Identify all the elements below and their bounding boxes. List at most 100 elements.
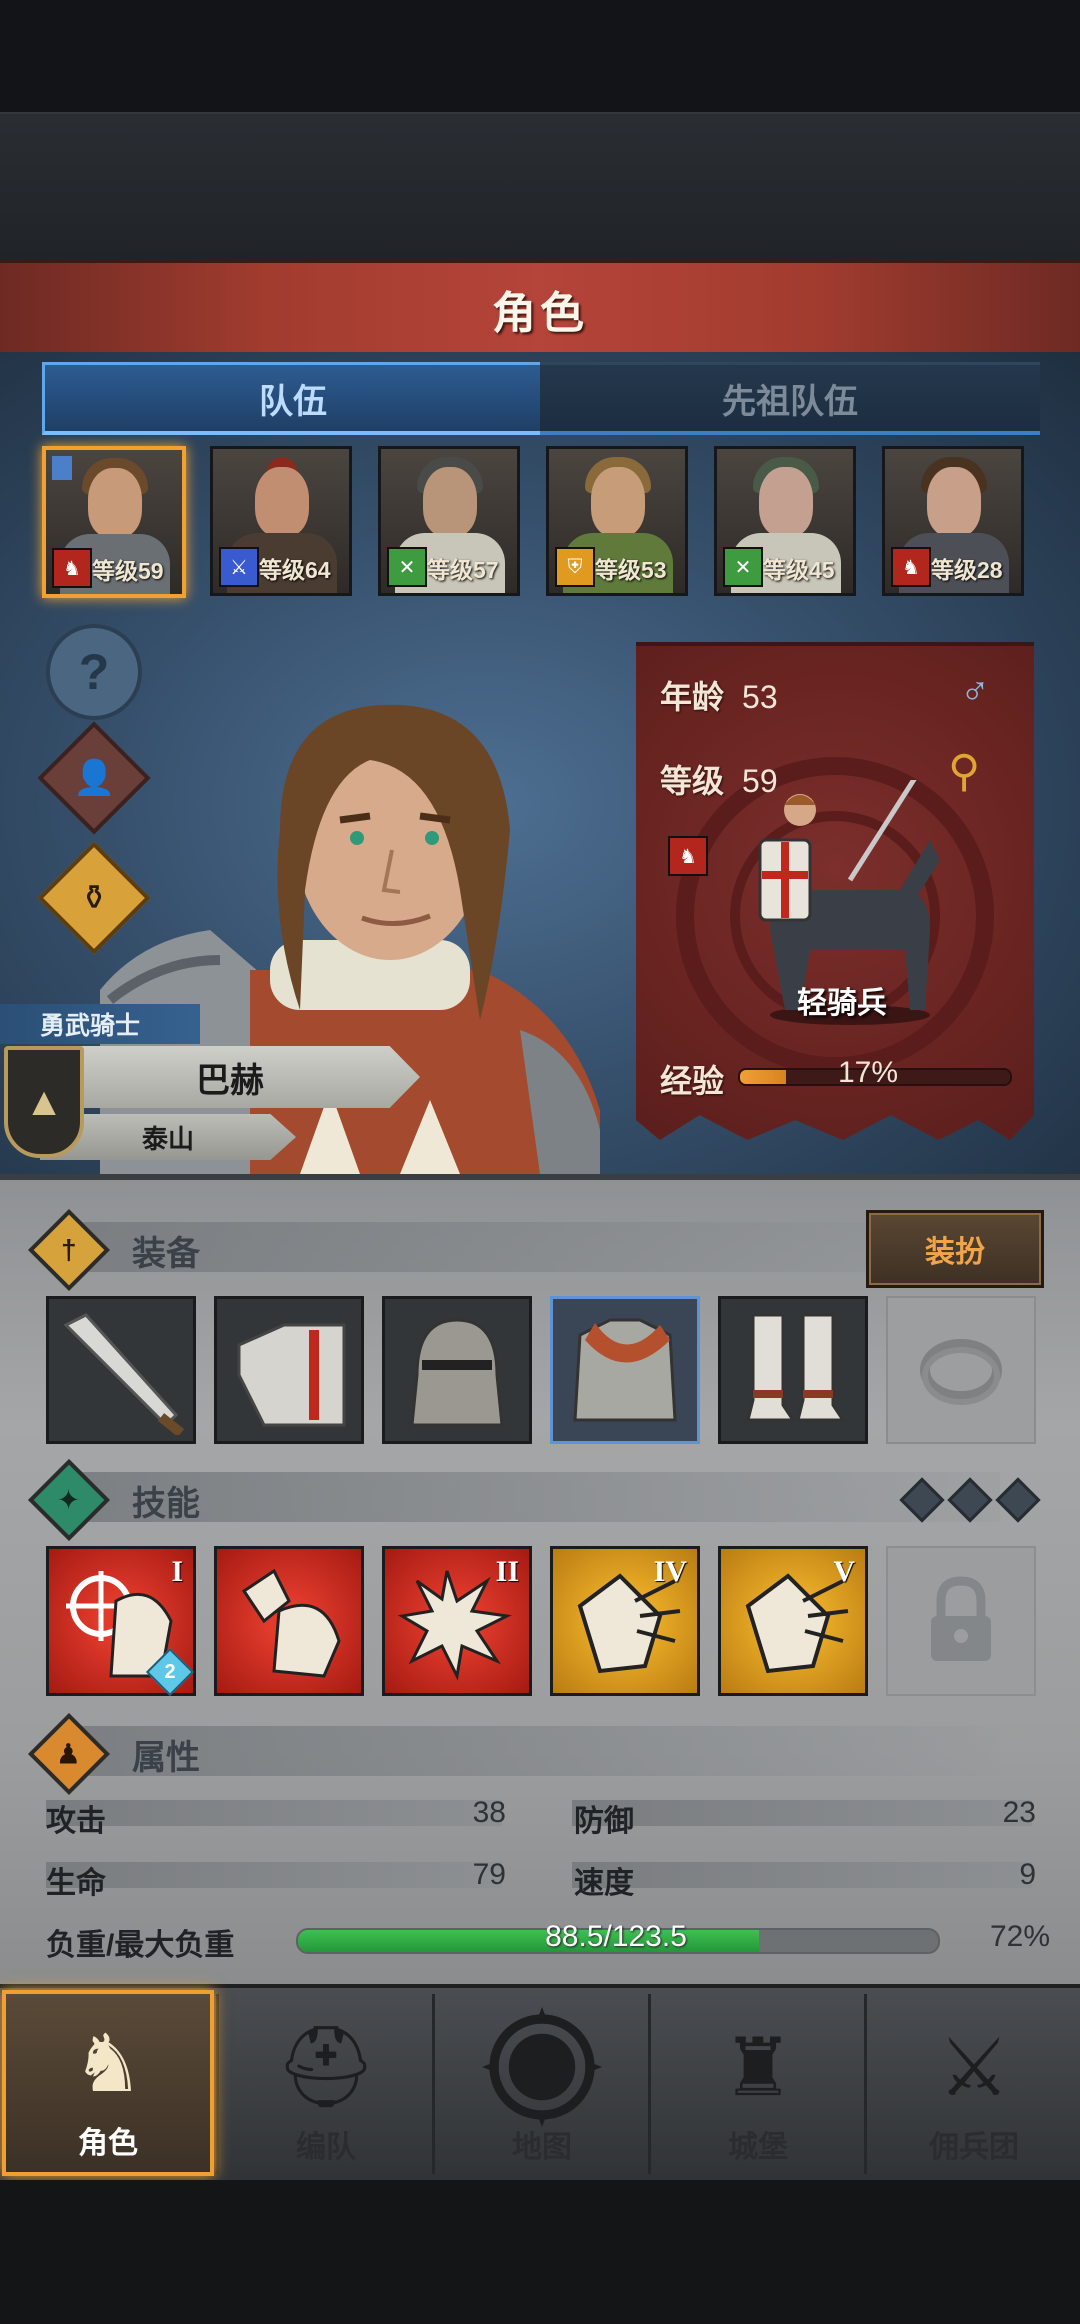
title-bar: 角色: [0, 260, 1080, 358]
defense-label: 防御: [574, 1805, 634, 1838]
attributes-header: ♟ 属性: [27, 1712, 200, 1796]
hero-name-text: 巴赫: [196, 1061, 264, 1100]
star-icon: ✦: [27, 1458, 111, 1542]
nav-map[interactable]: 地图: [436, 1990, 648, 2176]
cross-icon: †: [27, 1208, 111, 1292]
horse-icon: ♞: [52, 548, 92, 588]
crossbow-icon: ✕: [723, 547, 763, 587]
nav-separator: [864, 1994, 867, 2174]
nav-label: 城堡: [728, 2131, 788, 2164]
tab-team[interactable]: 队伍: [42, 362, 544, 435]
equipment-title: 装备: [132, 1234, 200, 1273]
roster-member[interactable]: ✕ 等级45: [714, 446, 856, 596]
nav-separator: [432, 1994, 435, 2174]
attack-label: 攻击: [46, 1805, 106, 1838]
nav-character[interactable]: ♞ 角色: [2, 1990, 214, 2176]
ring-slot-icon: [920, 1339, 1002, 1405]
member-level: 等级59: [92, 558, 164, 584]
nav-formation[interactable]: ⛑ 编队: [220, 1990, 432, 2176]
page-title: 角色: [492, 289, 588, 338]
speed-value: 9: [1019, 1858, 1036, 1891]
nav-separator: [216, 1994, 219, 2174]
nav-label: 地图: [512, 2131, 572, 2164]
equip-slot-ring[interactable]: [886, 1296, 1036, 1444]
nav-label: 佣兵团: [929, 2131, 1019, 2164]
defense-value: 23: [1002, 1796, 1036, 1829]
shield-icon: ⛨: [555, 547, 595, 587]
equip-slot-shoulder[interactable]: [214, 1296, 364, 1444]
hero-name[interactable]: 巴赫: [40, 1046, 420, 1108]
hero-title: 勇武骑士: [0, 1004, 200, 1044]
age-label: 年龄: [660, 679, 725, 715]
speed-label: 速度: [574, 1867, 634, 1900]
health-label: 生命: [46, 1867, 106, 1900]
skill-slot-locked[interactable]: [886, 1546, 1036, 1696]
member-level: 等级53: [595, 557, 667, 583]
roster-member[interactable]: ⚔ 等级64: [210, 446, 352, 596]
equipment-header: † 装备: [27, 1208, 200, 1292]
lock-icon: [931, 1576, 991, 1661]
equipment-header-strip: [80, 1222, 1000, 1272]
equip-slot-weapon[interactable]: [46, 1296, 196, 1444]
attribute-icon: ♟: [27, 1712, 111, 1796]
horse-charge-icon: [241, 1568, 341, 1678]
exp-label: 经验: [660, 1063, 725, 1099]
skill-slot[interactable]: V: [718, 1546, 868, 1696]
skills-title: 技能: [132, 1484, 200, 1523]
skill-tier: V: [833, 1555, 855, 1588]
helmet-icon: [410, 1318, 504, 1427]
sword-icon: ⚔: [219, 547, 259, 587]
dress-up-button[interactable]: 装扮: [866, 1210, 1044, 1288]
crossbow-icon: ✕: [387, 547, 427, 587]
load-label: 负重/最大负重: [46, 1929, 235, 1962]
equip-slot-body-armor[interactable]: [550, 1296, 700, 1444]
male-icon: ♂: [960, 668, 990, 712]
age-row: 年龄 53: [660, 672, 778, 718]
level-label: 等级: [660, 763, 725, 799]
class-name: 轻骑兵: [797, 987, 887, 1020]
equip-slot-boots[interactable]: [718, 1296, 868, 1444]
nav-mercenary[interactable]: ⚔ 佣兵团: [868, 1990, 1080, 2176]
top-frame: [0, 112, 1080, 262]
attributes-title: 属性: [132, 1738, 200, 1777]
equip-slot-helmet[interactable]: [382, 1296, 532, 1444]
skill-level: 2: [164, 1661, 176, 1683]
castle-icon: ♜: [722, 2022, 794, 2112]
family-crest-icon: ▲: [4, 1046, 84, 1158]
skill-tier: II: [495, 1555, 519, 1588]
horse-icon: ♞: [668, 836, 708, 876]
hero-origin-text: 泰山: [141, 1123, 194, 1154]
member-level: 等级28: [931, 557, 1003, 583]
member-level: 等级57: [427, 557, 499, 583]
banner-flag-icon: [52, 456, 72, 480]
upgrade-staff-icon[interactable]: ⚲: [948, 746, 980, 797]
nav-castle[interactable]: ♜ 城堡: [652, 1990, 864, 2176]
roster-member[interactable]: ♞ 等级28: [882, 446, 1024, 596]
skill-slot[interactable]: I 2: [46, 1546, 196, 1697]
boots-icon: [746, 1313, 846, 1422]
health-value: 79: [472, 1858, 506, 1891]
load-percent: 72%: [989, 1920, 1050, 1953]
roster-member[interactable]: ⛨ 等级53: [546, 446, 688, 596]
skills-header: ✦ 技能: [27, 1458, 200, 1542]
roster-member[interactable]: ✕ 等级57: [378, 446, 520, 596]
tab-ancestor-team[interactable]: 先祖队伍: [540, 362, 1040, 435]
sword-icon: [63, 1313, 185, 1435]
age-value: 53: [742, 679, 778, 715]
knight-icon: ♞: [72, 2018, 144, 2108]
attack-value: 38: [472, 1796, 506, 1829]
exp-percent: 17%: [838, 1056, 899, 1089]
attributes-header-strip: [80, 1726, 1000, 1776]
skill-slot[interactable]: IV: [550, 1546, 700, 1696]
skill-slot[interactable]: II: [382, 1546, 532, 1696]
nav-label: 角色: [78, 2127, 138, 2160]
member-level: 等级64: [259, 557, 331, 583]
nav-label: 编队: [296, 2131, 356, 2164]
chainmail-icon: [573, 1318, 677, 1422]
skill-slot[interactable]: [214, 1546, 364, 1696]
exp-bar-fill: [740, 1070, 786, 1084]
skill-tier: IV: [653, 1555, 687, 1588]
roster-member[interactable]: ♞ 等级59: [42, 446, 186, 598]
nav-separator: [648, 1994, 651, 2174]
load-value: 88.5/123.5: [545, 1920, 687, 1953]
